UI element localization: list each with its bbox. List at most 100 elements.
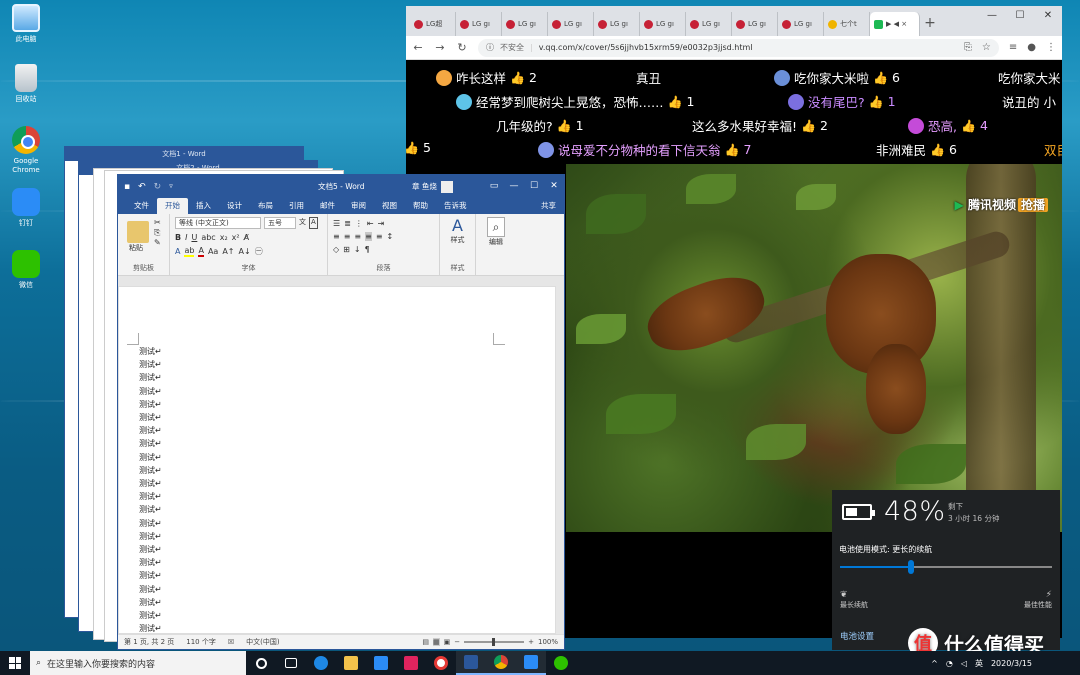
tab-8[interactable]: LG gı: [778, 12, 824, 36]
ribbon-tab-1[interactable]: 开始: [157, 198, 188, 214]
file-explorer-icon[interactable]: [336, 651, 366, 675]
minimize-icon[interactable]: —: [978, 6, 1006, 26]
ribbon-tab-5[interactable]: 引用: [281, 198, 312, 214]
reading-list-icon[interactable]: ≡: [1009, 42, 1017, 53]
danmaku-item[interactable]: 经常梦到爬树尖上晃悠，恐怖…… 👍 1: [456, 92, 694, 111]
desktop-icon-4[interactable]: 微信: [4, 250, 48, 290]
cut-icon[interactable]: ✂: [154, 218, 161, 228]
wechat-icon[interactable]: [546, 651, 576, 675]
align-center-icon[interactable]: ≡: [344, 232, 351, 241]
tray-chevron-icon[interactable]: ^: [931, 659, 938, 668]
phonetic-guide-icon[interactable]: 文: [299, 217, 306, 229]
share-button[interactable]: 共享: [533, 198, 564, 214]
multilevel-icon[interactable]: ⋮: [355, 219, 363, 228]
grow-font-icon[interactable]: A↑: [222, 247, 234, 256]
paste-icon[interactable]: [127, 221, 149, 243]
tab-7[interactable]: LG gı: [732, 12, 778, 36]
decrease-indent-icon[interactable]: ⇤: [367, 219, 374, 228]
address-bar[interactable]: ⓘ 不安全 | v.qq.com/x/cover/5s6jjhvb15xrm59…: [478, 38, 999, 57]
italic-icon[interactable]: I: [185, 233, 187, 242]
language[interactable]: 中文(中国): [246, 637, 279, 647]
tab-4[interactable]: LG gı: [594, 12, 640, 36]
clock-date[interactable]: 2020/3/15: [991, 659, 1032, 668]
document-text[interactable]: 测试↵ 测试↵ 测试↵ 测试↵ 测试↵ 测试↵ 测试↵ 测试↵ 测试↵ 测试↵ 测试↵ 测试↵ 测试↵ 测…: [139, 345, 162, 635]
paragraph-shading-icon[interactable]: ◇: [333, 245, 339, 254]
read-mode-icon[interactable]: ▤: [422, 638, 429, 646]
task-view-icon[interactable]: [276, 651, 306, 675]
increase-indent-icon[interactable]: ⇥: [378, 219, 385, 228]
ribbon-tab-6[interactable]: 邮件: [312, 198, 343, 214]
save-icon[interactable]: ▪: [124, 182, 130, 192]
find-icon[interactable]: ⌕: [487, 217, 505, 237]
danmaku-item[interactable]: 吃你家大米啦 👍 6: [774, 68, 900, 87]
tab-2[interactable]: LG gı: [502, 12, 548, 36]
tab-5[interactable]: LG gı: [640, 12, 686, 36]
subscript-icon[interactable]: x₂: [220, 233, 228, 242]
undo-icon[interactable]: ↶: [138, 182, 146, 192]
app-red-icon[interactable]: [396, 651, 426, 675]
maximize-icon[interactable]: ☐: [1006, 6, 1034, 26]
back-icon[interactable]: ←: [412, 41, 424, 54]
profile-icon[interactable]: ●: [1027, 42, 1036, 53]
user-account[interactable]: 章 鱼烧: [412, 180, 453, 193]
danmaku-item[interactable]: 恐高, 👍 4: [908, 116, 988, 135]
superscript-icon[interactable]: x²: [232, 233, 240, 242]
tab-3[interactable]: LG gı: [548, 12, 594, 36]
desktop-icon-0[interactable]: 此电脑: [4, 4, 48, 44]
enclose-icon[interactable]: ㊀: [255, 246, 263, 257]
forward-icon[interactable]: →: [434, 41, 446, 54]
ribbon-tab-9[interactable]: 帮助: [405, 198, 436, 214]
justify-icon[interactable]: ≡: [365, 232, 372, 241]
borders-icon[interactable]: ⊞: [343, 245, 350, 254]
danmaku-item[interactable]: 吃你家大米: [998, 68, 1061, 87]
video-player[interactable]: ▶ 腾讯视频 抢播: [566, 164, 1062, 532]
text-effect-icon[interactable]: A: [175, 247, 180, 256]
danmaku-item[interactable]: 双目: [1044, 140, 1062, 159]
show-marks-icon[interactable]: ¶: [365, 245, 370, 254]
tab-6[interactable]: LG gı: [686, 12, 732, 36]
desktop-icon-3[interactable]: 钉钉: [4, 188, 48, 228]
reload-icon[interactable]: ↻: [456, 41, 468, 54]
danmaku-item[interactable]: 咋长这样 👍 2: [436, 68, 537, 87]
styles-button[interactable]: 样式: [445, 235, 470, 245]
store-icon[interactable]: [366, 651, 396, 675]
desktop-icon-2[interactable]: Google Chrome: [4, 126, 48, 175]
align-right-icon[interactable]: ≡: [354, 232, 361, 241]
word-count[interactable]: 110 个字: [186, 637, 216, 647]
distributed-icon[interactable]: ≡: [376, 232, 383, 241]
app-sync-icon[interactable]: [426, 651, 456, 675]
close-icon[interactable]: ✕: [1034, 6, 1062, 26]
shading-icon[interactable]: Aa: [208, 247, 218, 256]
font-color-icon[interactable]: A: [198, 246, 204, 257]
info-icon[interactable]: ⓘ: [486, 42, 494, 53]
danmaku-item[interactable]: 说丑的 小: [1002, 92, 1056, 111]
dingtalk-icon[interactable]: [516, 651, 546, 675]
zoom-level[interactable]: 100%: [538, 638, 558, 646]
ribbon-tab-2[interactable]: 插入: [188, 198, 219, 214]
font-name-select[interactable]: 等线 (中文正文): [175, 217, 261, 229]
document-page[interactable]: 测试↵ 测试↵ 测试↵ 测试↵ 测试↵ 测试↵ 测试↵ 测试↵ 测试↵ 测试↵ 测试↵ 测试↵ 测试↵ 测…: [118, 286, 556, 634]
ribbon-tab-8[interactable]: 视图: [374, 198, 405, 214]
danmaku-item[interactable]: 非洲难民 👍 6: [876, 140, 957, 159]
tab-0[interactable]: LG超: [410, 12, 456, 36]
danmaku-item[interactable]: 👍 5: [406, 140, 431, 155]
shrink-font-icon[interactable]: A↓: [239, 247, 251, 256]
translate-icon[interactable]: ⎘: [964, 42, 972, 53]
danmaku-item[interactable]: 这么多水果好幸福! 👍 2: [692, 116, 828, 135]
word-icon[interactable]: [456, 651, 486, 675]
ribbon-tab-10[interactable]: 告诉我: [436, 198, 475, 214]
minimize-icon[interactable]: —: [504, 175, 524, 198]
tab-1[interactable]: LG gı: [456, 12, 502, 36]
power-mode-slider[interactable]: [840, 566, 1052, 568]
editing-button[interactable]: 编辑: [481, 237, 511, 247]
danmaku-item[interactable]: 几年级的? 👍 1: [496, 116, 584, 135]
network-icon[interactable]: ◔: [946, 659, 953, 668]
align-left-icon[interactable]: ≡: [333, 232, 340, 241]
tab-active[interactable]: ▶ ◀ ×: [870, 12, 920, 36]
star-icon[interactable]: ☆: [982, 42, 991, 53]
start-button[interactable]: [0, 651, 30, 675]
proofing-icon[interactable]: ☒: [228, 638, 234, 646]
strikethrough-icon[interactable]: abc: [201, 233, 215, 242]
zoom-in-icon[interactable]: +: [528, 638, 534, 646]
ribbon-tab-7[interactable]: 审阅: [343, 198, 374, 214]
